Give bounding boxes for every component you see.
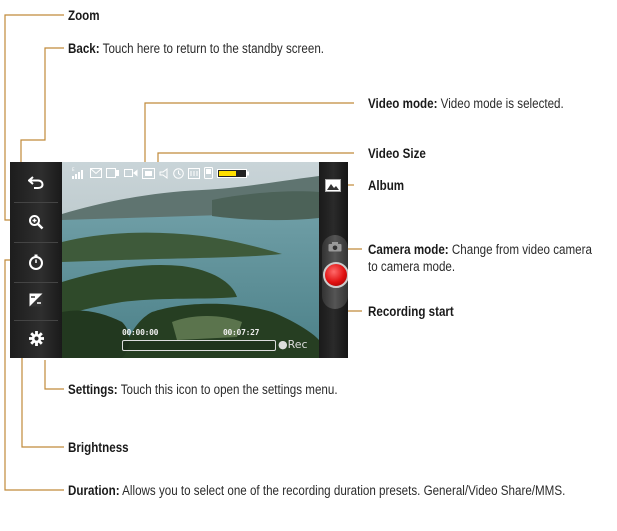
status-bar: E [72, 164, 249, 182]
back-button[interactable] [10, 162, 62, 202]
video-size-icon [142, 167, 155, 179]
back-callout: Back: Touch here to return to the standb… [68, 41, 325, 56]
svg-text:E: E [72, 167, 75, 172]
recording-progress-bar [122, 340, 276, 351]
battery-icon [217, 168, 249, 178]
viewfinder-image [62, 162, 319, 358]
camera-icon [328, 242, 342, 252]
signal-icon: E [72, 167, 83, 179]
video-mode-callout: Video mode: Video mode is selected. [368, 96, 564, 111]
total-duration: 00:07:27 [223, 328, 260, 337]
speaker-icon [159, 167, 168, 179]
record-button[interactable] [323, 262, 348, 288]
album-button[interactable] [323, 176, 343, 194]
zoom-callout: Zoom [68, 8, 100, 23]
storage-icon [188, 167, 200, 179]
brightness-button[interactable] [10, 280, 62, 320]
message-icon [90, 168, 102, 178]
rec-label: Rec [287, 338, 308, 351]
settings-callout: Settings: Touch this icon to open the se… [68, 382, 338, 397]
camera-mode-callout: Camera mode: Change from video camera to… [368, 242, 592, 274]
elapsed-time: 00:00:00 [122, 328, 159, 337]
phone-icon [204, 167, 213, 179]
zoom-button[interactable] [10, 202, 62, 242]
rec-indicator: ●Rec [278, 338, 308, 351]
zoom-icon [29, 215, 44, 230]
rec-dot-icon: ● [278, 338, 288, 351]
duration-button[interactable] [10, 242, 62, 282]
timer-icon [29, 254, 43, 270]
gear-icon [28, 330, 44, 346]
settings-button[interactable] [10, 318, 62, 358]
album-callout: Album [368, 178, 405, 193]
duration-callout: Duration: Allows you to select one of th… [68, 483, 566, 498]
back-icon [28, 176, 44, 189]
camera-screen: E 00:00:00 00:07:27 ●Rec [10, 162, 348, 358]
brightness-callout: Brightness [68, 440, 129, 455]
left-control-bar [10, 162, 62, 358]
memory-icon [106, 168, 119, 178]
video-mode-icon [124, 169, 138, 177]
clock-icon [173, 167, 184, 179]
brightness-icon [29, 293, 43, 307]
video-size-callout: Video Size [368, 146, 426, 161]
recording-start-callout: Recording start [368, 304, 454, 319]
album-icon [325, 178, 341, 192]
